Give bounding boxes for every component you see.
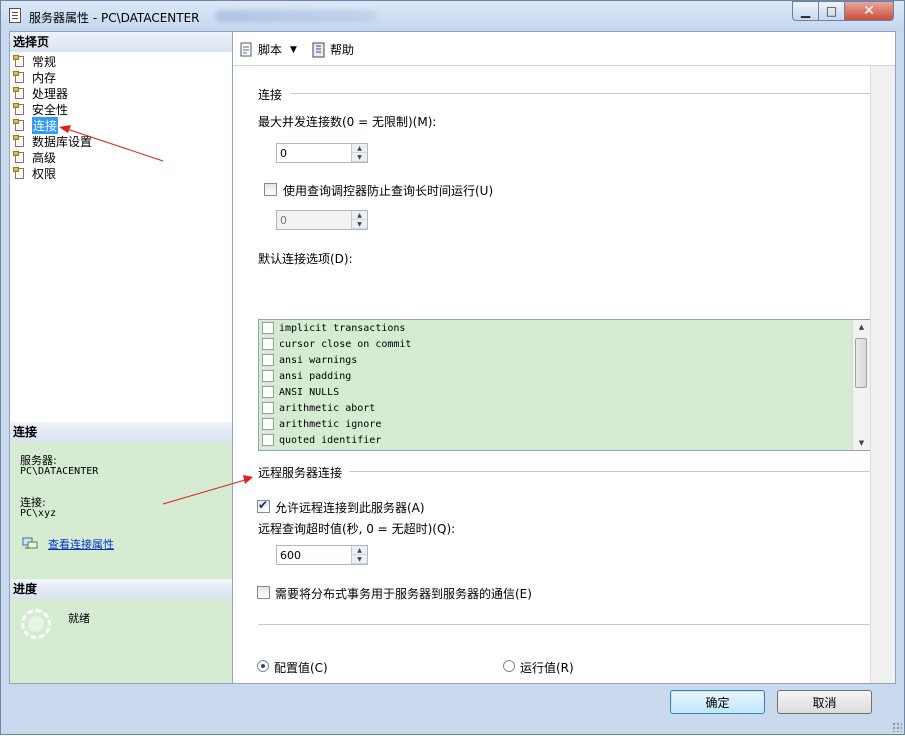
annotation-arrow-connection-nav bbox=[59, 125, 164, 162]
annotation-arrow-allow-remote bbox=[162, 475, 253, 505]
annotation-arrows bbox=[59, 125, 253, 505]
dialog-window: 服务器属性 - PC\DATACENTER ▁ □ ✕ 选择页 常规 内存 处理… bbox=[0, 0, 905, 735]
